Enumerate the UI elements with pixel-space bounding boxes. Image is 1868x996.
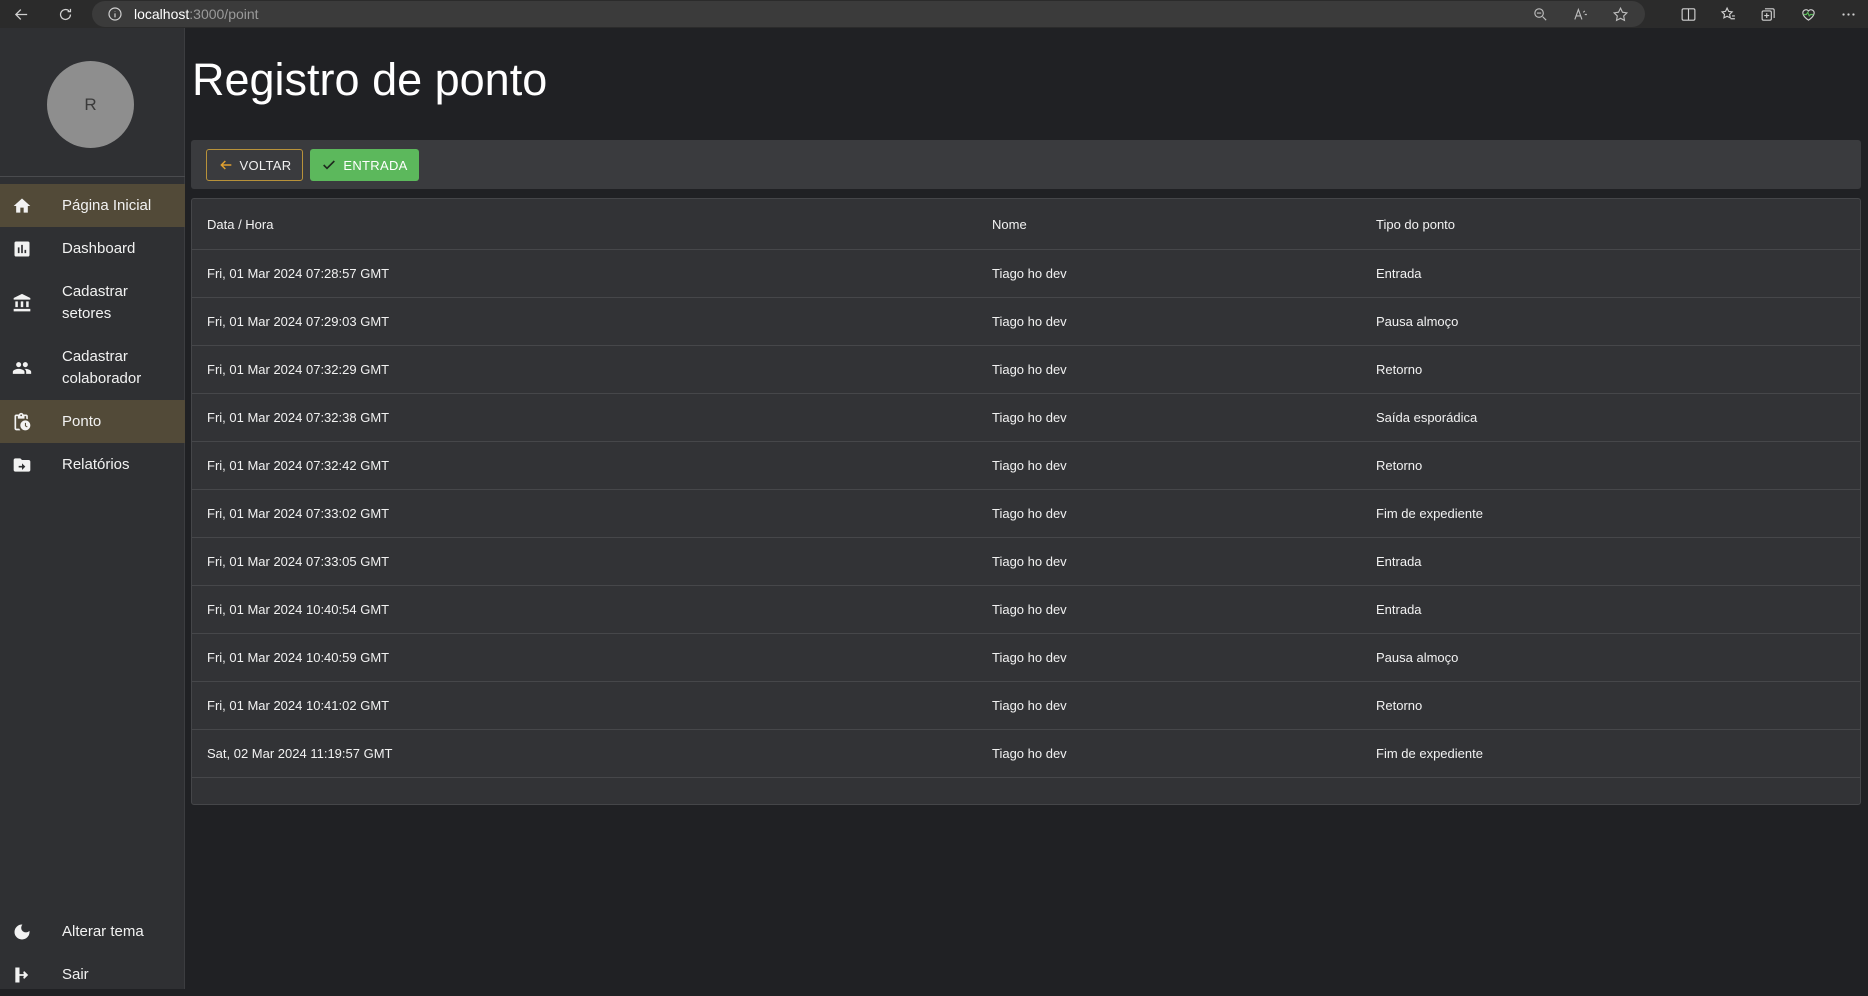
sidebar-item-cadastrar-colaborador[interactable]: Cadastrar colaborador <box>0 335 185 400</box>
page-title: Registro de ponto <box>192 54 548 105</box>
point-records-table: Data / Hora Nome Tipo do ponto Fri, 01 M… <box>191 198 1861 805</box>
reload-icon[interactable] <box>51 0 79 28</box>
table-row[interactable]: Fri, 01 Mar 2024 07:32:38 GMT Tiago ho de… <box>192 394 1860 442</box>
sidebar-item-label: Ponto <box>62 412 102 430</box>
table-row[interactable]: Fri, 01 Mar 2024 07:33:02 GMT Tiago ho de… <box>192 490 1860 538</box>
cell-name: Tiago ho dev <box>992 410 1067 425</box>
cell-type: Saída esporádica <box>1376 410 1478 425</box>
back-button[interactable]: VOLTAR <box>206 149 303 181</box>
address-bar[interactable]: localhost:3000/point <box>92 1 1645 27</box>
cell-date: Fri, 01 Mar 2024 07:29:03 GMT <box>207 314 390 329</box>
cell-date: Sat, 02 Mar 2024 11:19:57 GMT <box>207 746 393 761</box>
dashboard-icon <box>11 238 33 260</box>
cell-date: Fri, 01 Mar 2024 07:33:05 GMT <box>207 554 390 569</box>
logout-icon <box>11 964 33 986</box>
cell-type: Pausa almoço <box>1376 314 1459 329</box>
sidebar-item-relatorios[interactable]: Relatórios <box>0 443 185 486</box>
sidebar-item-label: Dashboard <box>62 239 136 257</box>
cell-date: Fri, 01 Mar 2024 07:32:29 GMT <box>207 362 390 377</box>
cell-date: Fri, 01 Mar 2024 10:41:02 GMT <box>207 698 390 713</box>
moon-icon <box>11 921 33 943</box>
table-row[interactable]: Fri, 01 Mar 2024 07:28:57 GMT Tiago ho de… <box>192 250 1860 298</box>
cell-type: Entrada <box>1376 266 1422 281</box>
people-icon <box>11 357 33 379</box>
sidebar-item-ponto[interactable]: Ponto <box>0 400 185 443</box>
table-row[interactable]: Fri, 01 Mar 2024 07:29:03 GMT Tiago ho de… <box>192 298 1860 346</box>
browser-toolbar: localhost:3000/point <box>0 0 1868 28</box>
cell-date: Fri, 01 Mar 2024 10:40:59 GMT <box>207 650 390 665</box>
cell-name: Tiago ho dev <box>992 506 1067 521</box>
favorites-icon[interactable] <box>1716 0 1740 28</box>
cell-type: Retorno <box>1376 362 1423 377</box>
cell-type: Fim de expediente <box>1376 506 1483 521</box>
sidebar-item-cadastrar-setores[interactable]: Cadastrar setores <box>0 270 185 335</box>
sidebar-item-label: Alterar tema <box>62 922 144 940</box>
cell-name: Tiago ho dev <box>992 266 1067 281</box>
cell-date: Fri, 01 Mar 2024 07:28:57 GMT <box>207 266 390 281</box>
table-header-row: Data / Hora Nome Tipo do ponto <box>192 199 1860 250</box>
site-info-icon[interactable] <box>100 6 130 22</box>
sidebar-item-label: Página Inicial <box>62 196 152 214</box>
sidebar-item-label: Cadastrar setores <box>62 282 128 322</box>
clipboard-clock-icon <box>11 411 33 433</box>
read-aloud-icon[interactable] <box>1569 0 1591 28</box>
favorite-star-icon[interactable] <box>1609 0 1631 28</box>
action-toolbar: VOLTAR ENTRADA <box>191 140 1861 189</box>
cell-type: Retorno <box>1376 458 1423 473</box>
sidebar-item-label: Cadastrar colaborador <box>62 347 142 387</box>
table-row[interactable]: Fri, 01 Mar 2024 07:33:05 GMT Tiago ho de… <box>192 538 1860 586</box>
collections-icon[interactable] <box>1756 0 1780 28</box>
column-header-name[interactable]: Nome <box>992 199 1027 249</box>
cell-name: Tiago ho dev <box>992 458 1067 473</box>
cell-name: Tiago ho dev <box>992 314 1067 329</box>
avatar[interactable]: R <box>47 61 134 148</box>
cell-name: Tiago ho dev <box>992 554 1067 569</box>
home-icon <box>11 195 33 217</box>
cell-type: Pausa almoço <box>1376 650 1459 665</box>
table-row[interactable]: Fri, 01 Mar 2024 07:32:42 GMT Tiago ho de… <box>192 442 1860 490</box>
cell-name: Tiago ho dev <box>992 698 1067 713</box>
table-row[interactable]: Sat, 02 Mar 2024 11:19:57 GMT Tiago ho de… <box>192 730 1860 778</box>
sidebar-item-sair[interactable]: Sair <box>0 953 185 996</box>
back-button-label: VOLTAR <box>239 157 292 173</box>
sidebar-item-alterar-tema[interactable]: Alterar tema <box>0 910 185 953</box>
sidebar-item-label: Relatórios <box>62 455 130 473</box>
sidebar: R Página Inicial Dashboard Cadastrar set… <box>0 28 185 989</box>
url-text[interactable]: localhost:3000/point <box>134 6 259 22</box>
cell-date: Fri, 01 Mar 2024 07:32:38 GMT <box>207 410 390 425</box>
column-header-date[interactable]: Data / Hora <box>207 199 273 249</box>
entrada-button-label: ENTRADA <box>343 157 408 173</box>
table-row[interactable]: Fri, 01 Mar 2024 07:32:29 GMT Tiago ho de… <box>192 346 1860 394</box>
browser-essentials-icon[interactable] <box>1796 0 1820 28</box>
cell-name: Tiago ho dev <box>992 746 1067 761</box>
arrow-left-icon <box>219 160 231 170</box>
cell-type: Fim de expediente <box>1376 746 1483 761</box>
cell-type: Retorno <box>1376 698 1423 713</box>
sidebar-divider <box>0 176 185 177</box>
table-row[interactable]: Fri, 01 Mar 2024 10:40:59 GMT Tiago ho de… <box>192 634 1860 682</box>
cell-name: Tiago ho dev <box>992 602 1067 617</box>
cell-name: Tiago ho dev <box>992 362 1067 377</box>
bank-icon <box>11 292 33 314</box>
cell-date: Fri, 01 Mar 2024 07:32:42 GMT <box>207 458 390 473</box>
folder-icon <box>11 454 33 476</box>
split-screen-icon[interactable] <box>1676 0 1700 28</box>
entrada-button[interactable]: ENTRADA <box>310 149 419 181</box>
cell-date: Fri, 01 Mar 2024 10:40:54 GMT <box>207 602 390 617</box>
table-row[interactable]: Fri, 01 Mar 2024 10:41:02 GMT Tiago ho de… <box>192 682 1860 730</box>
check-icon <box>323 160 336 170</box>
zoom-out-icon[interactable] <box>1529 0 1551 28</box>
cell-type: Entrada <box>1376 602 1422 617</box>
back-arrow-icon[interactable] <box>7 0 35 28</box>
sidebar-item-home[interactable]: Página Inicial <box>0 184 185 227</box>
avatar-initial: R <box>84 94 97 114</box>
cell-name: Tiago ho dev <box>992 650 1067 665</box>
sidebar-item-dashboard[interactable]: Dashboard <box>0 227 185 270</box>
more-menu-icon[interactable] <box>1836 0 1860 28</box>
column-header-type[interactable]: Tipo do ponto <box>1376 199 1455 249</box>
cell-type: Entrada <box>1376 554 1422 569</box>
table-row[interactable]: Fri, 01 Mar 2024 10:40:54 GMT Tiago ho de… <box>192 586 1860 634</box>
sidebar-item-label: Sair <box>62 965 89 983</box>
cell-date: Fri, 01 Mar 2024 07:33:02 GMT <box>207 506 390 521</box>
